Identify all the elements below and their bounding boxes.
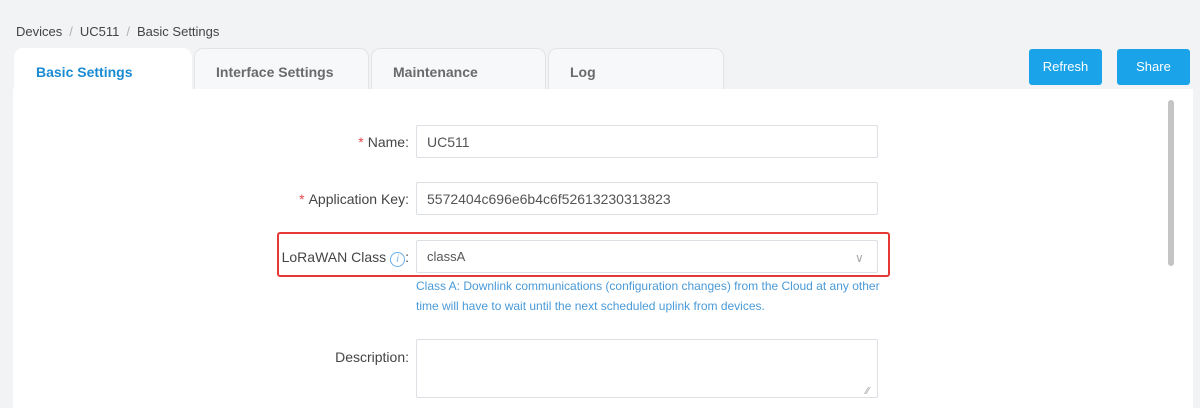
- description-field[interactable]: [416, 339, 878, 398]
- tab-maintenance[interactable]: Maintenance: [371, 48, 546, 90]
- tab-basic-settings[interactable]: Basic Settings: [14, 48, 192, 90]
- tab-interface-settings[interactable]: Interface Settings: [194, 48, 369, 90]
- breadcrumb-devices[interactable]: Devices: [16, 24, 62, 39]
- name-label: * Name:: [358, 134, 409, 150]
- refresh-button[interactable]: Refresh: [1029, 49, 1102, 85]
- breadcrumb-separator: /: [126, 24, 131, 39]
- highlight-box: [277, 232, 890, 277]
- name-field[interactable]: UC511: [416, 125, 878, 158]
- required-mark: *: [358, 134, 364, 150]
- description-label: Description:: [335, 349, 409, 365]
- resize-handle-icon[interactable]: ⁄⁄: [866, 386, 869, 397]
- share-button[interactable]: Share: [1117, 49, 1190, 85]
- breadcrumb: Devices / UC511 / Basic Settings: [16, 24, 219, 39]
- lorawan-class-help: Class A: Downlink communications (config…: [416, 279, 880, 313]
- application-key-field[interactable]: 5572404c696e6b4c6f52613230313823: [416, 182, 878, 215]
- breadcrumb-current: Basic Settings: [137, 24, 220, 39]
- breadcrumb-separator: /: [69, 24, 73, 39]
- required-mark: *: [299, 191, 305, 207]
- scrollbar[interactable]: [1168, 100, 1174, 266]
- breadcrumb-device[interactable]: UC511: [80, 24, 120, 39]
- application-key-label: * Application Key:: [299, 191, 409, 207]
- tab-log[interactable]: Log: [548, 48, 724, 90]
